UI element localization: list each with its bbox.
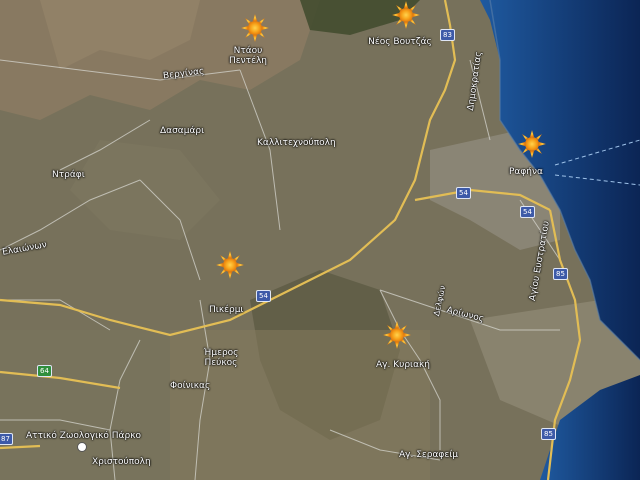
place-label-ag-serafeim: Αγ. Σεραφείμ [399,450,458,460]
sun-icon[interactable] [382,320,412,350]
place-label-ntrafi: Ντράφι [52,170,85,180]
road-shield-64: 64 [37,365,52,377]
poi-label-zoo[interactable]: Αττικό Ζωολογικό Πάρκο [26,431,141,441]
road-shield-54-north: 54 [456,187,471,199]
place-label-dasamari: Δασαμάρι [160,126,205,136]
place-label-ntaou-line2: Πεντέλη [229,56,267,66]
place-label-imeros-line1: Ήμερος [203,348,239,358]
place-label-christoupoli: Χριστούπολη [92,457,151,467]
road-shield-54-pikermi: 54 [256,290,271,302]
place-label-pikermi: Πικέρμι [209,305,244,315]
map-view[interactable]: Ντάου Πεντέλη Νέος Βουτζάς Βεργίνας Δασα… [0,0,640,480]
road-shield-83: 83 [440,29,455,41]
sun-icon[interactable] [240,13,270,43]
place-label-ntaou: Ντάου Πεντέλη [226,46,270,66]
place-label-imeros-line2: Πεύκος [204,358,238,368]
road-shield-54-rafina: 54 [520,206,535,218]
sun-icon[interactable] [215,250,245,280]
place-label-ag-kyriaki: Αγ. Κυριακή [376,360,431,370]
sun-icon[interactable] [391,0,421,30]
road-shield-85-south: 85 [541,428,556,440]
sun-icon[interactable] [517,129,547,159]
place-label-neos-voutzas: Νέος Βουτζάς [368,37,432,47]
road-shield-87: 87 [0,433,13,445]
place-label-rafina: Ραφήνα [509,167,543,177]
place-label-imeros-pefkos: Ήμερος Πεύκος [197,348,245,368]
place-label-foinikas: Φοίνικας [170,381,211,391]
place-label-ntaou-line1: Ντάου [233,46,263,56]
place-label-kallitechnoupoli: Καλλιτεχνούπολη [257,138,336,148]
road-shield-85-north: 85 [553,268,568,280]
zoo-poi-icon[interactable] [77,442,87,452]
